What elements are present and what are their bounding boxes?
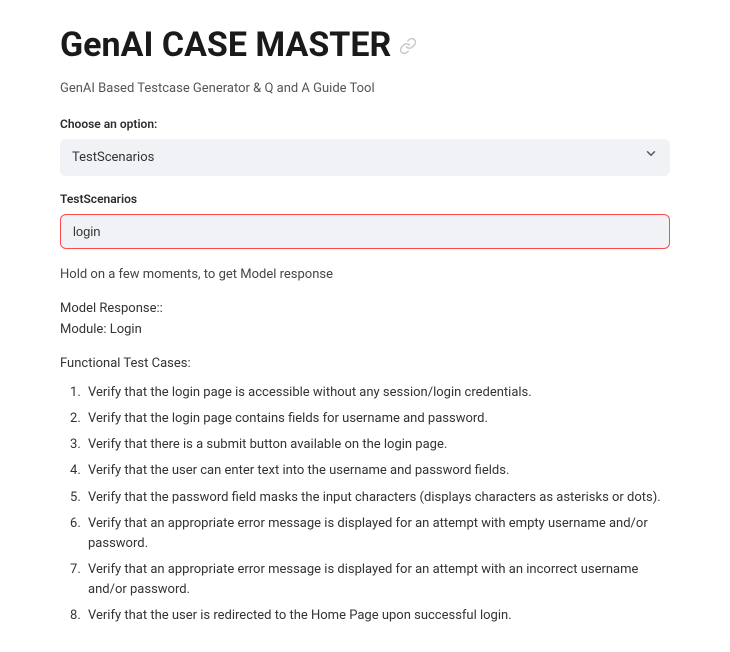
page-title: GenAI CASE MASTER xyxy=(60,20,670,71)
test-case-item: Verify that the login page contains fiel… xyxy=(84,409,670,429)
test-case-item: Verify that the password field masks the… xyxy=(84,488,670,508)
test-case-item: Verify that the login page is accessible… xyxy=(84,383,670,403)
response-module: Module: Login xyxy=(60,320,670,340)
status-text: Hold on a few moments, to get Model resp… xyxy=(60,265,670,285)
test-case-list: Verify that the login page is accessible… xyxy=(60,383,670,626)
test-case-item: Verify that there is a submit button ava… xyxy=(84,435,670,455)
subtitle: GenAI Based Testcase Generator & Q and A… xyxy=(60,79,670,99)
test-case-item: Verify that an appropriate error message… xyxy=(84,560,670,600)
option-select-wrapper: TestScenarios xyxy=(60,139,670,177)
response-header: Model Response:: xyxy=(60,299,670,319)
scenario-label: TestScenarios xyxy=(60,190,670,208)
link-icon[interactable] xyxy=(399,37,417,55)
test-case-item: Verify that the user can enter text into… xyxy=(84,461,670,481)
test-case-item: Verify that the user is redirected to th… xyxy=(84,606,670,626)
section-title: Functional Test Cases: xyxy=(60,354,670,374)
option-select[interactable]: TestScenarios xyxy=(60,139,670,177)
option-label: Choose an option: xyxy=(60,115,670,133)
test-case-item: Verify that an appropriate error message… xyxy=(84,514,670,554)
scenario-input[interactable] xyxy=(60,214,670,249)
page-title-text: GenAI CASE MASTER xyxy=(60,20,391,71)
